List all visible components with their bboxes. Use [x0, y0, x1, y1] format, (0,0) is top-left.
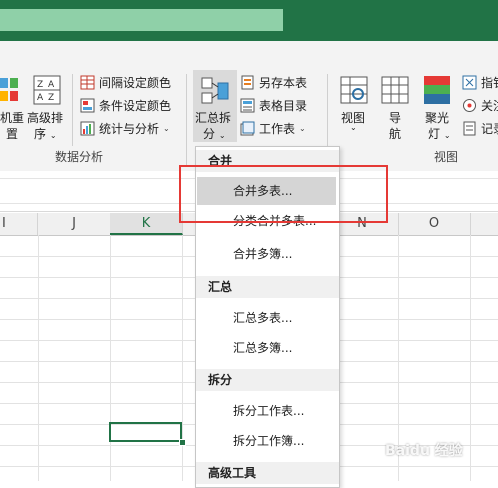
worksheet-label: 工作表: [259, 121, 296, 136]
machine-label[interactable]: 机重: [0, 109, 24, 126]
split-worksheet-item[interactable]: 拆分工作表...: [197, 397, 336, 425]
fill-handle[interactable]: [179, 439, 186, 446]
column-header-j[interactable]: J: [38, 213, 111, 235]
spotlight-label[interactable]: 聚光: [425, 109, 449, 126]
machine-sub-label[interactable]: 置: [6, 125, 18, 142]
spotlight-icon: [424, 76, 450, 104]
chevron-down-icon: ⌄: [299, 123, 306, 133]
record-button[interactable]: 记录: [462, 118, 498, 138]
table-index-icon: [240, 98, 255, 112]
interval-color-label: 间隔设定颜色: [99, 75, 172, 90]
nav-label[interactable]: 导: [389, 109, 401, 126]
view-group-title: 视图: [434, 150, 459, 164]
stats-button[interactable]: 统计与分析 ⌄: [80, 118, 170, 138]
summary-split-label: 汇总拆: [195, 111, 232, 125]
focus-icon: [463, 98, 476, 112]
svg-text:Z: Z: [48, 93, 54, 103]
svg-text:A: A: [37, 93, 44, 103]
watermark: Baidu 经验: [385, 443, 463, 459]
split-workbook-item[interactable]: 拆分工作簿...: [197, 427, 336, 455]
col-line: [470, 235, 471, 481]
worksheet-button[interactable]: 工作表 ⌄: [240, 118, 306, 138]
section-split-title: 拆分: [196, 369, 339, 391]
svg-text:Z: Z: [37, 80, 43, 90]
section-summary-title: 汇总: [196, 276, 339, 298]
column-header-o[interactable]: O: [398, 213, 471, 235]
record-label: 记录: [481, 121, 498, 136]
column-header-k[interactable]: K: [110, 213, 183, 235]
highlight-annotation: [179, 165, 388, 223]
title-highlight: [0, 9, 283, 31]
save-table-button[interactable]: 另存本表: [240, 72, 307, 92]
save-sheet-icon: [241, 75, 254, 89]
worksheet-icon: [240, 121, 255, 135]
machine-icon: [0, 76, 20, 106]
title-bar: [0, 0, 498, 41]
spotlight-label-2[interactable]: 灯 ⌄: [428, 125, 451, 142]
data-analysis-group-title: 数据分析: [55, 150, 104, 164]
col-line: [38, 235, 39, 481]
focus-label: 关注: [481, 98, 498, 113]
interval-color-button[interactable]: 间隔设定颜色: [80, 72, 171, 92]
table-index-button[interactable]: 表格目录: [240, 95, 307, 115]
focus-button[interactable]: 关注: [462, 95, 498, 115]
cond-color-icon: [80, 98, 95, 112]
summary-sheets-item[interactable]: 汇总多表...: [197, 304, 336, 332]
separator: [72, 74, 73, 146]
svg-text:A: A: [48, 80, 55, 90]
record-icon: [463, 121, 476, 135]
stats-icon: [80, 121, 95, 135]
table-index-label: 表格目录: [259, 98, 308, 113]
merge-split-icon: [201, 77, 229, 105]
nav-label-2[interactable]: 航: [389, 125, 401, 142]
col-line: [110, 235, 111, 481]
separator: [186, 74, 187, 166]
grid-color-icon: [80, 75, 95, 89]
sort-az-icon: Z A A Z: [33, 75, 61, 105]
view-dropdown[interactable]: ⌄: [350, 123, 357, 132]
cond-color-label: 条件设定颜色: [99, 98, 172, 113]
advanced-sort-sub[interactable]: 序 ⌄: [34, 125, 57, 142]
summary-books-item[interactable]: 汇总多簿...: [197, 334, 336, 362]
view-icon: [340, 76, 368, 104]
advanced-sort-label[interactable]: 高级排: [27, 109, 63, 126]
active-cell[interactable]: [109, 422, 182, 442]
cond-color-button[interactable]: 条件设定颜色: [80, 95, 171, 115]
pointer-label: 指钅: [481, 75, 498, 90]
save-table-label: 另存本表: [259, 75, 308, 90]
column-header-i[interactable]: I: [0, 213, 38, 235]
nav-icon: [381, 76, 409, 104]
stats-label: 统计与分析: [99, 121, 160, 136]
chevron-down-icon: ⌄: [163, 123, 170, 133]
summary-split-sub: 分 ⌄: [203, 127, 226, 141]
pointer-button[interactable]: 指钅: [462, 72, 498, 92]
merge-books-item[interactable]: 合并多簿...: [197, 240, 336, 268]
pointer-icon: [462, 75, 477, 89]
